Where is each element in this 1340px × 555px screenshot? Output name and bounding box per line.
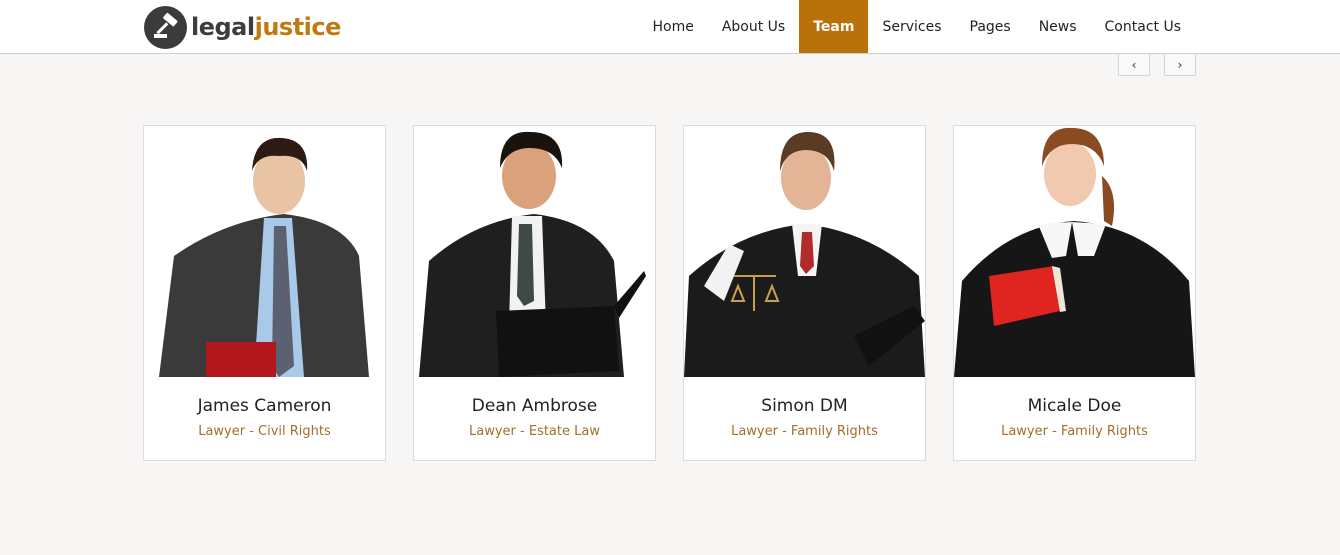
team-member-card[interactable]: James Cameron Lawyer - Civil Rights — [143, 125, 386, 461]
chevron-left-icon: ‹ — [1131, 57, 1137, 72]
nav-item-team[interactable]: Team — [799, 0, 869, 53]
team-member-name[interactable]: Simon DM — [684, 396, 925, 416]
nav-item-news[interactable]: News — [1025, 0, 1091, 53]
main-nav: Home About Us Team Services Pages News C… — [638, 0, 1195, 53]
nav-item-contact-us[interactable]: Contact Us — [1091, 0, 1195, 53]
brand-name: legaljustice — [191, 13, 341, 41]
team-member-name[interactable]: James Cameron — [144, 396, 385, 416]
gavel-icon — [144, 5, 187, 49]
header-bar: legaljustice Home About Us Team Services… — [0, 0, 1340, 54]
carousel-controls: ‹ › — [1118, 54, 1196, 76]
team-member-role: Lawyer - Family Rights — [1001, 424, 1148, 439]
team-member-photo — [144, 126, 385, 377]
team-member-name[interactable]: Micale Doe — [954, 396, 1195, 416]
nav-item-services[interactable]: Services — [868, 0, 955, 53]
team-carousel: James Cameron Lawyer - Civil Rights Dean… — [143, 125, 1196, 461]
team-member-photo — [414, 126, 655, 377]
carousel-prev-button[interactable]: ‹ — [1118, 54, 1150, 76]
team-member-card[interactable]: Dean Ambrose Lawyer - Estate Law — [413, 125, 656, 461]
site-logo[interactable]: legaljustice — [144, 5, 341, 49]
team-member-role: Lawyer - Civil Rights — [198, 424, 331, 439]
team-member-photo — [684, 126, 925, 377]
team-member-photo — [954, 126, 1195, 377]
nav-item-pages[interactable]: Pages — [956, 0, 1025, 53]
nav-item-home[interactable]: Home — [638, 0, 707, 53]
team-member-name[interactable]: Dean Ambrose — [414, 396, 655, 416]
carousel-next-button[interactable]: › — [1164, 54, 1196, 76]
team-member-role: Lawyer - Family Rights — [731, 424, 878, 439]
team-member-card[interactable]: Simon DM Lawyer - Family Rights — [683, 125, 926, 461]
nav-item-about-us[interactable]: About Us — [708, 0, 799, 53]
team-member-role: Lawyer - Estate Law — [469, 424, 600, 439]
team-member-card[interactable]: Micale Doe Lawyer - Family Rights — [953, 125, 1196, 461]
chevron-right-icon: › — [1177, 57, 1183, 72]
